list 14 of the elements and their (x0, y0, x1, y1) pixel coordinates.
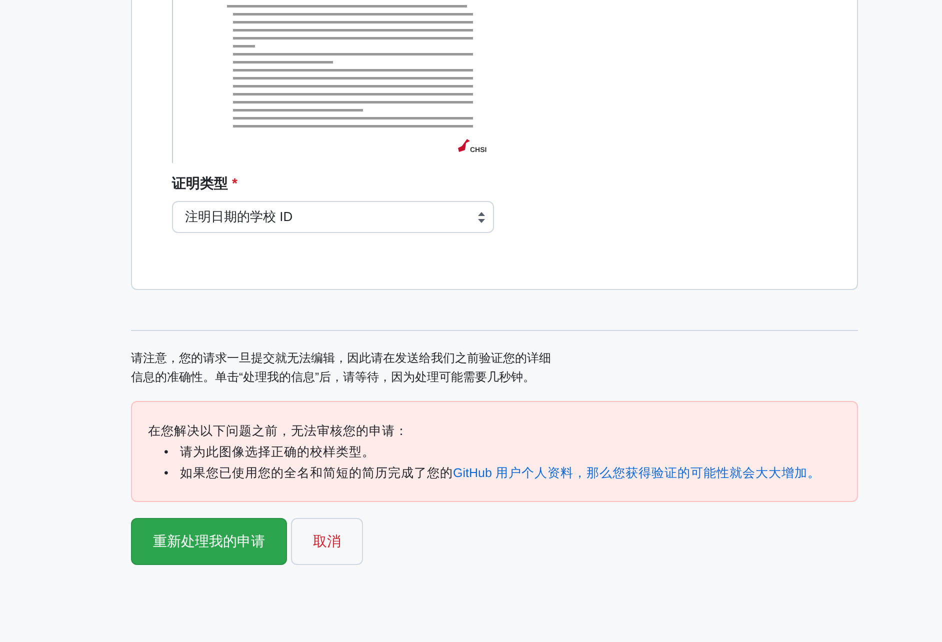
required-mark: * (232, 175, 238, 193)
bullet-mark: • (164, 465, 170, 482)
cancel-button[interactable]: 取消 (291, 518, 363, 565)
notice-text: 请注意，您的请求一旦提交就无法编辑，因此请在发送给我们之前验证您的详细信息的准确性。单击“处理我的信息”后，请等待，因为处理可能需要几秒钟。 (131, 350, 552, 386)
proof-type-select[interactable]: 注明日期的学校 ID (172, 201, 494, 233)
field-label: 证明类型 (172, 175, 228, 193)
logo-icon (457, 138, 471, 154)
profile-link[interactable]: GitHub 用户个人资料，那么您获得验证的可能性就会大大增加。 (453, 466, 820, 480)
sort-caret-icon (478, 212, 485, 222)
alert-heading: 在您解决以下问题之前，无法审核您的申请： (148, 423, 409, 440)
bullet-mark: • (164, 444, 170, 461)
alert-item: 如果您已使用您的全名和简短的简历完成了您的GitHub 用户个人资料，那么您获得验证的可能性就会大大增加。 (180, 465, 820, 482)
submit-button[interactable]: 重新处理我的申请 (131, 518, 287, 565)
alert-item: 请为此图像选择正确的校样类型。 (180, 444, 375, 461)
